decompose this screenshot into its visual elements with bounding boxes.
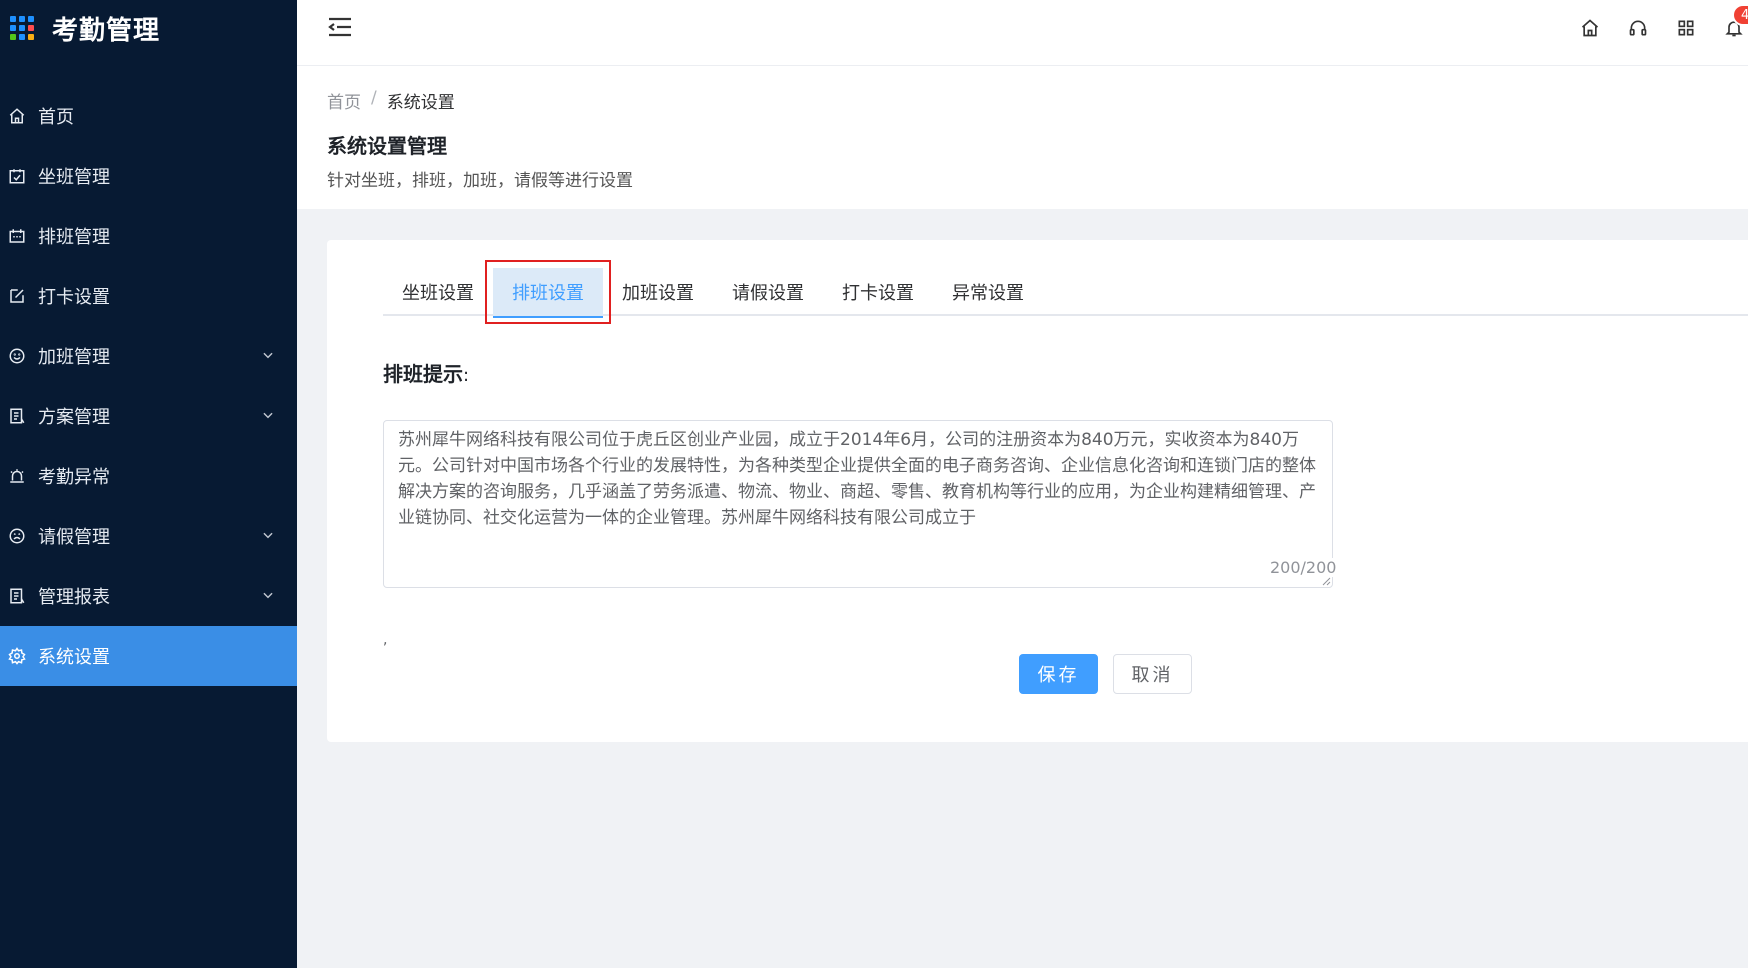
alarm-icon bbox=[8, 467, 26, 485]
sidebar-item-reports[interactable]: 管理报表 bbox=[0, 566, 297, 626]
calendar-icon bbox=[8, 227, 26, 245]
chevron-down-icon bbox=[263, 592, 273, 599]
gear-icon bbox=[8, 647, 26, 665]
top-header: 41 bbox=[297, 0, 1748, 66]
tab-overtime-settings[interactable]: 加班设置 bbox=[603, 268, 713, 316]
tab-anomaly-settings[interactable]: 异常设置 bbox=[933, 268, 1043, 316]
tab-label: 加班设置 bbox=[622, 283, 694, 304]
notification-badge: 41 bbox=[1732, 4, 1748, 26]
sidebar-item-attendance[interactable]: 坐班管理 bbox=[0, 146, 297, 206]
tab-clock-in-settings[interactable]: 打卡设置 bbox=[823, 268, 933, 316]
form-label-colon: : bbox=[463, 365, 470, 386]
scheduling-tip-label: 排班提示: bbox=[383, 358, 469, 387]
sidebar-item-label: 坐班管理 bbox=[38, 167, 110, 188]
page-title: 系统设置管理 bbox=[327, 134, 447, 158]
sidebar-item-home[interactable]: 首页 bbox=[0, 86, 297, 146]
sidebar-item-clock-in[interactable]: 打卡设置 bbox=[0, 266, 297, 326]
edit-icon bbox=[8, 287, 26, 305]
apps-grid-icon[interactable] bbox=[10, 16, 34, 40]
sidebar-item-label: 管理报表 bbox=[38, 587, 110, 608]
save-button[interactable]: 保存 bbox=[1019, 654, 1098, 694]
form-label-text: 排班提示 bbox=[383, 362, 463, 386]
sidebar-item-label: 考勤异常 bbox=[38, 467, 110, 488]
page-description: 针对坐班，排班，加班，请假等进行设置 bbox=[327, 171, 633, 191]
sidebar-item-label: 请假管理 bbox=[38, 527, 110, 548]
headset-icon[interactable] bbox=[1628, 18, 1648, 38]
sidebar-item-label: 系统设置 bbox=[38, 647, 110, 668]
header-icons: 41 bbox=[1552, 0, 1748, 56]
tab-scheduling-settings[interactable]: 排班设置 bbox=[485, 260, 611, 324]
grid-icon[interactable] bbox=[1676, 18, 1696, 38]
bell-icon[interactable]: 41 bbox=[1724, 4, 1748, 38]
page-header: 首页 / 系统设置 系统设置管理 针对坐班，排班，加班，请假等进行设置 bbox=[297, 66, 1748, 209]
collapse-menu-icon[interactable] bbox=[327, 16, 353, 38]
tab-label: 坐班设置 bbox=[402, 283, 474, 304]
report-icon bbox=[8, 587, 26, 605]
tab-leave-settings[interactable]: 请假设置 bbox=[713, 268, 823, 316]
calendar-check-icon bbox=[8, 167, 26, 185]
sidebar-item-scheduling[interactable]: 排班管理 bbox=[0, 206, 297, 266]
tab-label: 请假设置 bbox=[732, 283, 804, 304]
stray-mark: , bbox=[383, 632, 388, 648]
sidebar-item-label: 打卡设置 bbox=[38, 287, 110, 308]
brand: 考勤管理 bbox=[0, 0, 297, 56]
sidebar-item-system-settings[interactable]: 系统设置 bbox=[0, 626, 297, 686]
sidebar-item-label: 加班管理 bbox=[38, 347, 110, 368]
sidebar-item-anomalies[interactable]: 考勤异常 bbox=[0, 446, 297, 506]
smile-icon bbox=[8, 347, 26, 365]
sidebar-item-label: 首页 bbox=[38, 107, 74, 128]
breadcrumb: 首页 / 系统设置 bbox=[327, 88, 455, 113]
sidebar: 考勤管理 首页 坐班管理 排班管理 打卡设置 加班管理 方案管理 考勤异常 请假… bbox=[0, 0, 297, 968]
settings-tabs: 坐班设置 排班设置 加班设置 请假设置 打卡设置 异常设置 bbox=[383, 260, 1748, 324]
tab-label: 打卡设置 bbox=[842, 283, 914, 304]
sad-face-icon bbox=[8, 527, 26, 545]
sidebar-item-label: 方案管理 bbox=[38, 407, 110, 428]
scheduling-tip-textarea[interactable]: 苏州犀牛网络科技有限公司位于虎丘区创业产业园，成立于2014年6月，公司的注册资… bbox=[383, 420, 1333, 588]
tab-label: 排班设置 bbox=[512, 283, 584, 304]
chevron-down-icon bbox=[263, 532, 273, 539]
sidebar-item-overtime[interactable]: 加班管理 bbox=[0, 326, 297, 386]
sidebar-item-plans[interactable]: 方案管理 bbox=[0, 386, 297, 446]
breadcrumb-current: 系统设置 bbox=[386, 93, 455, 113]
chevron-down-icon bbox=[263, 352, 273, 359]
tab-label: 异常设置 bbox=[952, 283, 1024, 304]
char-counter: 200/200 bbox=[1270, 558, 1337, 577]
cancel-button[interactable]: 取消 bbox=[1113, 654, 1192, 694]
sidebar-item-label: 排班管理 bbox=[38, 227, 110, 248]
home-icon[interactable] bbox=[1580, 18, 1600, 38]
breadcrumb-home[interactable]: 首页 bbox=[327, 88, 361, 113]
tab-sitting-settings[interactable]: 坐班设置 bbox=[383, 268, 493, 316]
settings-card: 坐班设置 排班设置 加班设置 请假设置 打卡设置 异常设置 排班提示: 苏州犀牛… bbox=[327, 240, 1748, 742]
document-icon bbox=[8, 407, 26, 425]
sidebar-menu: 首页 坐班管理 排班管理 打卡设置 加班管理 方案管理 考勤异常 请假管理 管理… bbox=[0, 86, 297, 686]
chevron-down-icon bbox=[263, 412, 273, 419]
sidebar-item-leave[interactable]: 请假管理 bbox=[0, 506, 297, 566]
resize-handle-icon[interactable] bbox=[1322, 577, 1331, 586]
app-title: 考勤管理 bbox=[52, 15, 161, 46]
breadcrumb-separator: / bbox=[371, 88, 377, 108]
home-icon bbox=[8, 107, 26, 125]
